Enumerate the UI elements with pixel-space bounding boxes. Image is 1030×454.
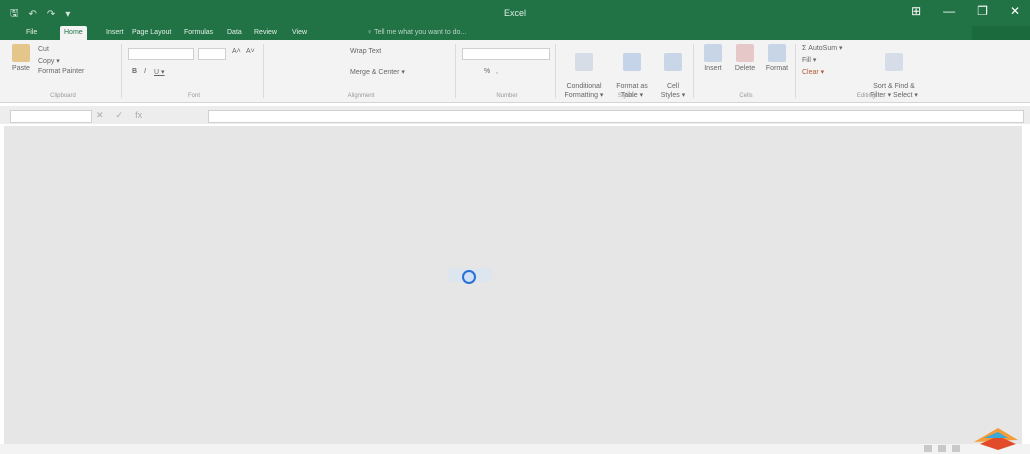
grow-font-button[interactable]: A˄	[232, 48, 241, 55]
format-painter-button[interactable]: Format Painter	[38, 68, 84, 75]
insert-cells-button[interactable]: Insert	[698, 44, 728, 73]
number-group-label: Number	[496, 93, 518, 99]
formula-actions: ✕ ✓ fx	[96, 110, 142, 121]
ribbon-tabs: File Home Insert Page Layout Formulas Da…	[0, 26, 1030, 40]
number-format-combo[interactable]	[462, 48, 550, 60]
cell-styles-icon	[664, 53, 682, 71]
cut-button[interactable]: Cut	[38, 46, 49, 53]
font-group: A˄ A˅ B I U ▾ Font	[124, 40, 264, 102]
format-as-table-icon	[623, 53, 641, 71]
clipboard-group-label: Clipboard	[50, 93, 76, 99]
font-size-combo[interactable]	[198, 48, 226, 60]
watermark-logo	[974, 428, 1018, 450]
format-as-table-button[interactable]: Format as Table ▾	[612, 44, 652, 100]
window-title: Excel	[503, 8, 526, 18]
format-cells-button[interactable]: Format	[762, 44, 792, 73]
format-cells-icon	[768, 44, 786, 62]
formula-input[interactable]	[208, 110, 1024, 123]
percent-style-button[interactable]: %	[484, 68, 490, 75]
comma-style-button[interactable]: ,	[496, 68, 498, 75]
page-break-view-icon[interactable]	[952, 445, 960, 452]
paste-button[interactable]: Paste	[8, 44, 34, 73]
name-box[interactable]	[10, 110, 92, 123]
page-layout-view-icon[interactable]	[938, 445, 946, 452]
tab-insert[interactable]: Insert	[102, 26, 128, 40]
window-controls: ⊞ — ❐ ✕	[911, 4, 1020, 18]
tell-me-box[interactable]: ♀ Tell me what you want to do...	[367, 26, 466, 40]
cell-styles-button[interactable]: Cell Styles ▾	[656, 44, 690, 100]
styles-group: Conditional Formatting ▾ Format as Table…	[558, 40, 694, 102]
clear-button[interactable]: Clear ▾	[802, 68, 824, 76]
tab-file[interactable]: File	[22, 26, 41, 40]
editing-group: Σ AutoSum ▾ Fill ▾ Clear ▾ Sort & Find &…	[798, 40, 934, 102]
delete-cells-button[interactable]: Delete	[730, 44, 760, 73]
tab-view[interactable]: View	[288, 26, 311, 40]
editing-group-label: Editing	[856, 93, 876, 99]
alignment-group-label: Alignment	[347, 93, 375, 99]
close-icon[interactable]: ✕	[1010, 4, 1020, 18]
fill-button[interactable]: Fill ▾	[802, 56, 816, 64]
worksheet-area[interactable]	[4, 126, 1022, 444]
alignment-group: Wrap Text Merge & Center ▾ Alignment	[266, 40, 456, 102]
cancel-icon[interactable]: ✕	[96, 110, 104, 121]
paste-label: Paste	[12, 65, 30, 72]
enter-icon[interactable]: ✓	[116, 110, 124, 121]
loading-spinner-icon	[462, 270, 476, 284]
delete-cells-icon	[736, 44, 754, 62]
tab-data[interactable]: Data	[223, 26, 246, 40]
autosum-button[interactable]: Σ AutoSum ▾	[802, 44, 843, 52]
tab-page-layout[interactable]: Page Layout	[128, 26, 175, 40]
cells-group: Insert Delete Format Cells	[696, 40, 796, 102]
bold-button[interactable]: B	[132, 68, 137, 75]
styles-group-label: Styles	[617, 93, 635, 99]
italic-button[interactable]: I	[144, 68, 146, 75]
title-bar: 🖫 ↶ ↷ ▾ Excel ⊞ — ❐ ✕	[0, 0, 1030, 26]
conditional-formatting-icon	[575, 53, 593, 71]
ribbon: Paste Cut Copy ▾ Format Painter Clipboar…	[0, 40, 1030, 103]
underline-button[interactable]: U ▾	[154, 68, 165, 76]
normal-view-icon[interactable]	[924, 445, 932, 452]
clipboard-icon	[12, 44, 30, 62]
sort-find-button[interactable]: Sort & Find & Filter ▾ Select ▾	[862, 44, 926, 100]
insert-function-icon[interactable]: fx	[135, 110, 142, 121]
status-bar	[0, 444, 1030, 454]
formula-bar: ✕ ✓ fx	[0, 106, 1030, 124]
minimize-icon[interactable]: —	[943, 4, 955, 18]
insert-cells-icon	[704, 44, 722, 62]
copy-button[interactable]: Copy ▾	[38, 57, 60, 65]
restore-icon[interactable]: ❐	[977, 4, 988, 18]
number-group: % , Number	[458, 40, 556, 102]
cells-group-label: Cells	[739, 93, 753, 99]
tab-review[interactable]: Review	[250, 26, 281, 40]
tab-formulas[interactable]: Formulas	[180, 26, 217, 40]
merge-center-button[interactable]: Merge & Center ▾	[350, 68, 405, 76]
wrap-text-button[interactable]: Wrap Text	[350, 48, 381, 55]
clipboard-group: Paste Cut Copy ▾ Format Painter Clipboar…	[4, 40, 122, 102]
font-name-combo[interactable]	[128, 48, 194, 60]
font-group-label: Font	[187, 93, 200, 99]
excel-window: 🖫 ↶ ↷ ▾ Excel ⊞ — ❐ ✕ File Home Insert P…	[0, 0, 1030, 454]
view-buttons	[924, 445, 960, 452]
ribbon-display-options-icon[interactable]: ⊞	[911, 4, 921, 18]
account-area[interactable]	[972, 26, 1030, 40]
sort-filter-icon	[885, 53, 903, 71]
conditional-formatting-button[interactable]: Conditional Formatting ▾	[560, 44, 608, 100]
tab-home[interactable]: Home	[60, 26, 87, 40]
shrink-font-button[interactable]: A˅	[246, 48, 255, 55]
